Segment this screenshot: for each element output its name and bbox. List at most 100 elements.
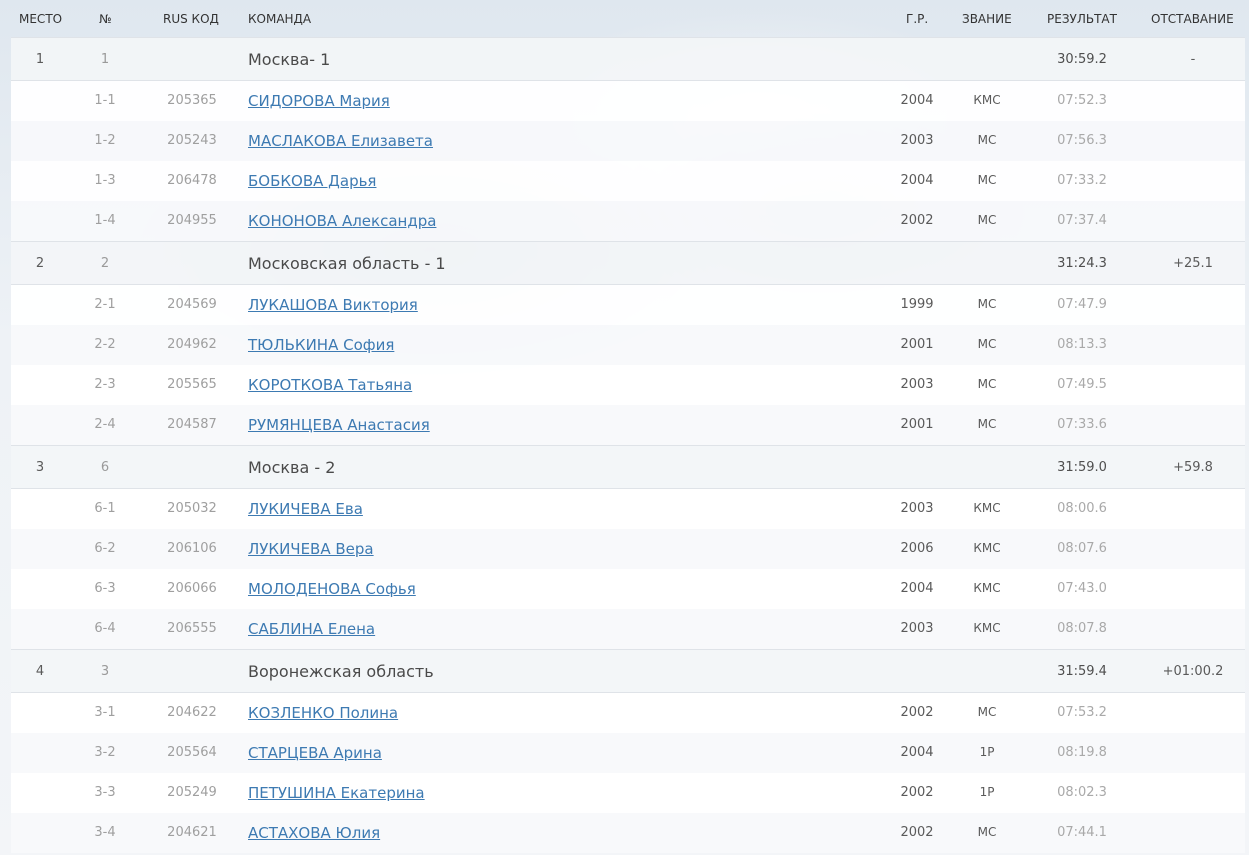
athlete-code: 204955 bbox=[167, 213, 217, 228]
athlete-birth-year: 2004 bbox=[900, 581, 934, 596]
athlete-row: 2-2 204962 ТЮЛЬКИНА София 2001 МС 08:13.3 bbox=[11, 325, 1245, 365]
athlete-row: 3-1 204622 КОЗЛЕНКО Полина 2002 МС 07:53.2 bbox=[11, 693, 1245, 733]
athlete-code: 206066 bbox=[167, 581, 217, 596]
team-row: 4 3 Воронежская область 31:59.4 +01:00.2 bbox=[11, 649, 1245, 693]
athlete-name-link[interactable]: МАСЛАКОВА Елизавета bbox=[248, 132, 433, 150]
athlete-result: 07:49.5 bbox=[1057, 377, 1107, 392]
athlete-birth-year: 2002 bbox=[900, 705, 934, 720]
athlete-result: 08:13.3 bbox=[1057, 337, 1107, 352]
athlete-birth-year: 2001 bbox=[900, 417, 934, 432]
team-name: Воронежская область bbox=[248, 662, 434, 681]
team-result: 30:59.2 bbox=[1057, 52, 1107, 67]
athlete-result: 07:56.3 bbox=[1057, 133, 1107, 148]
athlete-code: 206478 bbox=[167, 173, 217, 188]
athlete-name-link[interactable]: РУМЯНЦЕВА Анастасия bbox=[248, 416, 430, 434]
athlete-rank: МС bbox=[977, 417, 997, 431]
athlete-row: 3-4 204621 АСТАХОВА Юлия 2002 МС 07:44.1 bbox=[11, 813, 1245, 853]
header-rank: ЗВАНИЕ bbox=[962, 12, 1012, 26]
athlete-name-link[interactable]: МОЛОДЕНОВА Софья bbox=[248, 580, 416, 598]
athlete-rank: МС bbox=[977, 213, 997, 227]
athlete-row: 1-4 204955 КОНОНОВА Александра 2002 МС 07:37.… bbox=[11, 201, 1245, 241]
header-code: RUS КОД bbox=[163, 12, 219, 26]
team-result: 31:59.4 bbox=[1057, 664, 1107, 679]
athlete-row: 3-2 205564 СТАРЦЕВА Арина 2004 1Р 08:19.8 bbox=[11, 733, 1245, 773]
header-gap: ОТСТАВАНИЕ bbox=[1151, 12, 1234, 26]
athlete-birth-year: 2003 bbox=[900, 501, 934, 516]
athlete-name-link[interactable]: КОРОТКОВА Татьяна bbox=[248, 376, 412, 394]
athlete-birth-year: 2004 bbox=[900, 745, 934, 760]
athlete-name-link[interactable]: ЛУКАШОВА Виктория bbox=[248, 296, 418, 314]
athlete-row: 6-4 206555 САБЛИНА Елена 2003 КМС 08:07.8 bbox=[11, 609, 1245, 649]
header-result: РЕЗУЛЬТАТ bbox=[1047, 12, 1117, 26]
athlete-code: 206555 bbox=[167, 621, 217, 636]
athlete-code: 205243 bbox=[167, 133, 217, 148]
athlete-name-link[interactable]: СТАРЦЕВА Арина bbox=[248, 744, 382, 762]
athlete-number: 1-1 bbox=[94, 93, 116, 108]
team-number: 3 bbox=[100, 664, 110, 679]
team-place: 1 bbox=[35, 52, 45, 67]
athlete-result: 07:47.9 bbox=[1057, 297, 1107, 312]
athlete-number: 2-3 bbox=[94, 377, 116, 392]
athlete-name-link[interactable]: ПЕТУШИНА Екатерина bbox=[248, 784, 425, 802]
athlete-code: 204622 bbox=[167, 705, 217, 720]
team-gap: +25.1 bbox=[1173, 256, 1213, 271]
athlete-name-link[interactable]: БОБКОВА Дарья bbox=[248, 172, 376, 190]
athlete-code: 205249 bbox=[167, 785, 217, 800]
athlete-number: 2-1 bbox=[94, 297, 116, 312]
athlete-name-link[interactable]: КОНОНОВА Александра bbox=[248, 212, 436, 230]
athlete-name-link[interactable]: АСТАХОВА Юлия bbox=[248, 824, 380, 842]
athlete-name-link[interactable]: ЛУКИЧЕВА Вера bbox=[248, 540, 374, 558]
results-table: МЕСТО № RUS КОД КОМАНДА Г.Р. ЗВАНИЕ РЕЗУ… bbox=[0, 0, 1249, 855]
athlete-name-link[interactable]: ЛУКИЧЕВА Ева bbox=[248, 500, 363, 518]
athlete-name-link[interactable]: ТЮЛЬКИНА София bbox=[248, 336, 394, 354]
athlete-birth-year: 2001 bbox=[900, 337, 934, 352]
header-place: МЕСТО bbox=[19, 12, 63, 26]
athlete-result: 08:02.3 bbox=[1057, 785, 1107, 800]
team-row: 1 1 Москва- 1 30:59.2 - bbox=[11, 37, 1245, 81]
athlete-result: 07:33.2 bbox=[1057, 173, 1107, 188]
athlete-birth-year: 2003 bbox=[900, 377, 934, 392]
athlete-number: 3-1 bbox=[94, 705, 116, 720]
athlete-result: 07:52.3 bbox=[1057, 93, 1107, 108]
athlete-code: 205565 bbox=[167, 377, 217, 392]
athlete-result: 08:19.8 bbox=[1057, 745, 1107, 760]
athlete-rank: МС bbox=[977, 297, 997, 311]
athlete-rank: МС bbox=[977, 337, 997, 351]
team-name: Москва- 1 bbox=[248, 50, 331, 69]
team-gap: +01:00.2 bbox=[1162, 664, 1224, 679]
athlete-code: 205365 bbox=[167, 93, 217, 108]
athlete-rank: МС bbox=[977, 173, 997, 187]
athlete-rank: МС bbox=[977, 377, 997, 391]
athlete-birth-year: 2003 bbox=[900, 621, 934, 636]
athlete-row: 1-1 205365 СИДОРОВА Мария 2004 КМС 07:52.3 bbox=[11, 81, 1245, 121]
table-header: МЕСТО № RUS КОД КОМАНДА Г.Р. ЗВАНИЕ РЕЗУ… bbox=[0, 0, 1249, 37]
athlete-row: 2-3 205565 КОРОТКОВА Татьяна 2003 МС 07:49.5 bbox=[11, 365, 1245, 405]
athlete-birth-year: 2002 bbox=[900, 213, 934, 228]
team-row: 3 6 Москва - 2 31:59.0 +59.8 bbox=[11, 445, 1245, 489]
athlete-name-link[interactable]: КОЗЛЕНКО Полина bbox=[248, 704, 398, 722]
athlete-number: 2-4 bbox=[94, 417, 116, 432]
team-number: 1 bbox=[100, 52, 110, 67]
team-name: Москва - 2 bbox=[248, 458, 336, 477]
athlete-result: 08:07.8 bbox=[1057, 621, 1107, 636]
athlete-name-link[interactable]: САБЛИНА Елена bbox=[248, 620, 375, 638]
athlete-code: 205564 bbox=[167, 745, 217, 760]
athlete-result: 08:07.6 bbox=[1057, 541, 1107, 556]
team-gap: +59.8 bbox=[1173, 460, 1213, 475]
athlete-number: 3-3 bbox=[94, 785, 116, 800]
team-result: 31:59.0 bbox=[1057, 460, 1107, 475]
athlete-row: 2-4 204587 РУМЯНЦЕВА Анастасия 2001 МС 07:33.… bbox=[11, 405, 1245, 445]
athlete-code: 205032 bbox=[167, 501, 217, 516]
header-team: КОМАНДА bbox=[248, 12, 312, 26]
team-result: 31:24.3 bbox=[1057, 256, 1107, 271]
athlete-number: 6-2 bbox=[94, 541, 116, 556]
athlete-code: 204587 bbox=[167, 417, 217, 432]
athlete-rank: МС bbox=[977, 825, 997, 839]
athlete-rank: КМС bbox=[973, 93, 1001, 107]
athlete-result: 08:00.6 bbox=[1057, 501, 1107, 516]
team-place: 3 bbox=[35, 460, 45, 475]
header-birth-year: Г.Р. bbox=[906, 12, 929, 26]
athlete-name-link[interactable]: СИДОРОВА Мария bbox=[248, 92, 390, 110]
athlete-rank: МС bbox=[977, 705, 997, 719]
athlete-rank: КМС bbox=[973, 501, 1001, 515]
